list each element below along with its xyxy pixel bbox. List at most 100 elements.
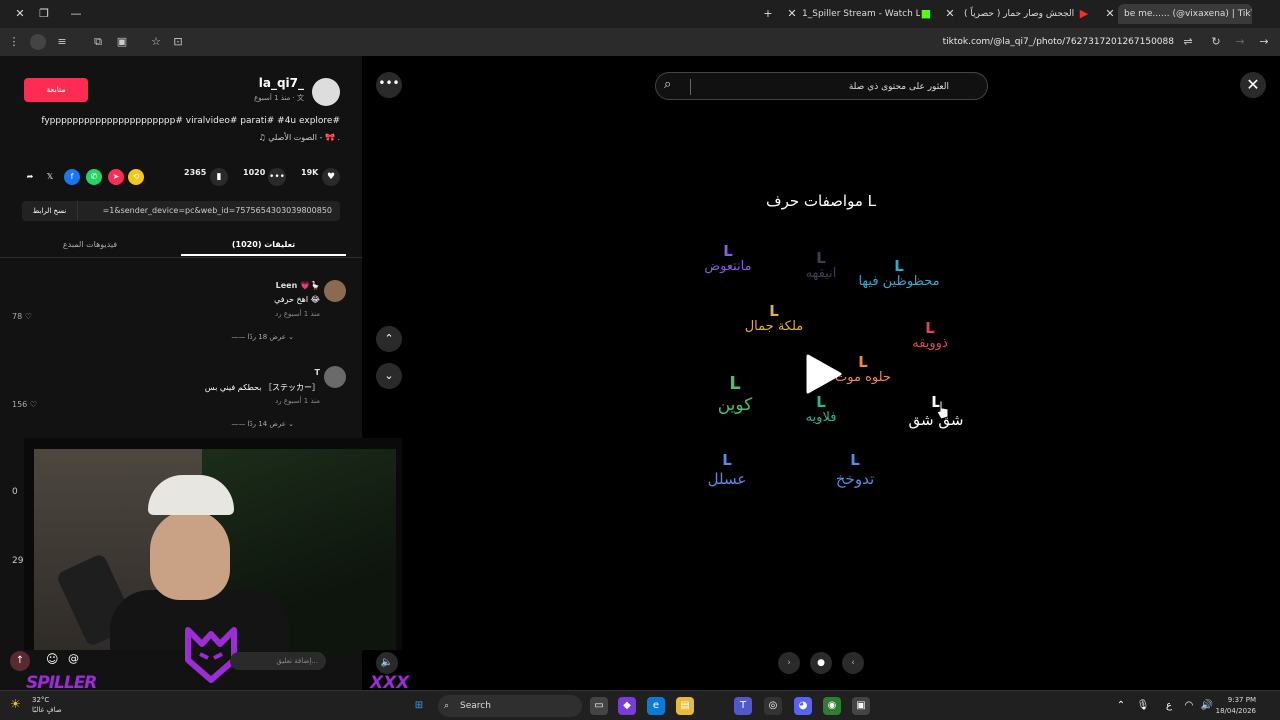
tab-comments[interactable]: تعليقات (1020) (181, 234, 346, 256)
send-share-icon[interactable]: ➤ (108, 169, 124, 185)
comment-meta[interactable]: منذ 1 أسبوع رد (275, 397, 320, 405)
profile-avatar[interactable] (30, 34, 46, 50)
facebook-share-icon[interactable]: f (64, 169, 80, 185)
taskbar-clock[interactable]: 9:37 PM 18/04/2026 (1216, 695, 1256, 717)
comment-icon[interactable]: ••• (268, 168, 286, 186)
clock-time: 9:37 PM (1227, 696, 1256, 704)
photo-prev-arrow[interactable]: ‹ (842, 652, 864, 674)
comment-like-count[interactable]: 156 ♡ (12, 400, 37, 409)
share-arrow-icon[interactable]: ➦ (22, 169, 38, 185)
bookmark-icon[interactable]: ▮ (210, 168, 228, 186)
app-icon[interactable]: ◎ (764, 697, 782, 715)
teams-icon[interactable]: T (734, 697, 752, 715)
post-username[interactable]: la_qi7_ (259, 76, 304, 90)
heart-icon[interactable]: ♥ (322, 168, 340, 186)
next-post-button[interactable]: ⌄ (376, 363, 402, 389)
previous-post-button[interactable]: ⌃ (376, 326, 402, 352)
post-caption: fypppppppppppppppppppppp# viralvideo# pa… (41, 116, 340, 126)
windows-start-icon[interactable]: ⊞ (410, 697, 428, 715)
photo-item-5: L ذوويقه (902, 320, 958, 352)
copilot-icon[interactable]: ◆ (618, 697, 636, 715)
comment-username[interactable]: Leen 💗🪿 (276, 281, 320, 290)
tab-close-icon[interactable]: ✕ (940, 4, 960, 24)
search-icon[interactable]: ⌕ (664, 77, 671, 92)
item-letter: L (816, 249, 826, 267)
item-word: محظوظين فيها (858, 274, 940, 289)
comment-meta[interactable]: منذ 1 أسبوع رد (275, 310, 320, 318)
search-divider (690, 79, 691, 95)
edge-icon[interactable]: e (647, 697, 665, 715)
more-options-button[interactable]: ••• (376, 72, 402, 98)
music-label[interactable]: ♫ الصوت الأصلي - 🎀 . (259, 133, 340, 142)
tab-close-icon[interactable]: ✕ (1100, 4, 1120, 24)
side-count: 29 (12, 556, 24, 566)
speaker-icon[interactable]: 🔊 (1198, 697, 1216, 715)
photo-next-arrow[interactable]: › (778, 652, 800, 674)
volume-icon[interactable]: 🔈 (376, 652, 398, 674)
discord-icon[interactable]: ◕ (794, 697, 812, 715)
photo-item-1: L مانتعوض (694, 243, 762, 275)
site-settings-icon[interactable]: ⇌ (1180, 34, 1196, 50)
close-viewer-button[interactable]: ✕ (1240, 72, 1266, 98)
photo-item-2: L انيقهه (792, 250, 850, 282)
window-minimize-icon[interactable]: — (66, 4, 86, 24)
item-word: عسلل (707, 470, 747, 488)
cursor-hand-icon (936, 400, 949, 420)
photo-page-dot[interactable]: ● (810, 652, 832, 674)
install-app-icon[interactable]: ⊡ (170, 34, 186, 50)
photo-item-7: L كوين (706, 374, 764, 416)
kick-favicon-icon: ■ (920, 7, 932, 20)
wifi-icon[interactable]: ◠ (1180, 697, 1198, 715)
address-bar-url[interactable]: tiktok.com/@la_qi7_/photo/76273172012671… (943, 34, 1174, 50)
cast-icon[interactable]: ▣ (114, 34, 130, 50)
commenter-avatar[interactable] (324, 366, 346, 388)
weather-widget[interactable]: 32°C صافٍ غالبًا (32, 695, 62, 715)
commenter-avatar[interactable] (324, 280, 346, 302)
item-word: تدوخخ (835, 470, 875, 488)
emoji-icon[interactable]: ☺ (46, 652, 59, 666)
comment-input[interactable]: إضافة تعليق... (230, 652, 326, 670)
item-letter: L (722, 451, 732, 469)
tab-creator-videos[interactable]: فيديوهات المبدع (0, 234, 180, 256)
view-replies-button[interactable]: —— عرض 18 ردًا ⌄ (231, 333, 294, 341)
chrome-icon[interactable]: ◉ (823, 697, 841, 715)
extensions-icon[interactable]: ⧉ (90, 34, 106, 50)
music-note-icon: ♫ (258, 133, 269, 142)
post-link-text[interactable]: =1&sender_device=pc&web_id=7575654303039… (103, 201, 332, 221)
repost-share-icon[interactable]: ⟲ (128, 169, 144, 185)
task-view-icon[interactable]: ▭ (590, 697, 608, 715)
file-explorer-icon[interactable]: ▤ (676, 697, 694, 715)
mention-icon[interactable]: @ (68, 652, 79, 665)
copy-link-button[interactable]: نسخ الرابط (22, 201, 78, 221)
search-input[interactable]: ⌕ العثور على محتوى ذي صلة (655, 72, 988, 100)
tab-youtube-video[interactable]: كبر الجحش وصار حمار ( حصرياً ) S (958, 4, 1076, 24)
streaming-app-icon[interactable]: ▣ (852, 697, 870, 715)
post-link-box: نسخ الرابط =1&sender_device=pc&web_id=75… (22, 201, 340, 221)
tray-expand-icon[interactable]: ⌃ (1112, 697, 1130, 715)
whatsapp-share-icon[interactable]: ✆ (86, 169, 102, 185)
forward-arrow-icon[interactable]: → (1232, 34, 1248, 50)
new-tab-icon[interactable]: + (758, 4, 778, 24)
view-replies-button[interactable]: —— عرض 14 ردًا ⌄ (231, 420, 294, 428)
comment-username[interactable]: T (315, 368, 320, 377)
window-close-icon[interactable]: ✕ (10, 4, 30, 24)
reload-icon[interactable]: ↻ (1208, 34, 1224, 50)
input-language[interactable]: ع (1160, 697, 1178, 715)
author-avatar[interactable] (312, 78, 340, 106)
tab-tiktok[interactable]: be me...... (@vixaxena) | TikTok (1118, 4, 1252, 24)
item-letter: L (723, 242, 733, 260)
bookmark-star-icon[interactable]: ☆ (148, 34, 164, 50)
follow-button[interactable]: متابعة (24, 78, 88, 102)
taskbar-search[interactable]: ⌕ Search (438, 695, 582, 717)
tab-spiller-stream[interactable]: 1_Spiller Stream - Watch Live o (796, 4, 920, 24)
play-icon[interactable] (806, 354, 842, 394)
menu-dots-icon[interactable]: ⋮ (6, 34, 22, 50)
media-control-icon[interactable]: ≡ (54, 34, 70, 50)
microphone-icon[interactable]: 🎙 (1134, 697, 1152, 715)
window-restore-icon[interactable]: ❐ (34, 4, 54, 24)
up-arrow-icon[interactable]: ↑ (10, 651, 30, 671)
item-word: فلاويه (805, 410, 837, 425)
comment-like-count[interactable]: 78 ♡ (12, 312, 32, 321)
x-share-icon[interactable]: 𝕏 (42, 169, 58, 185)
back-arrow-icon[interactable]: → (1256, 34, 1272, 50)
